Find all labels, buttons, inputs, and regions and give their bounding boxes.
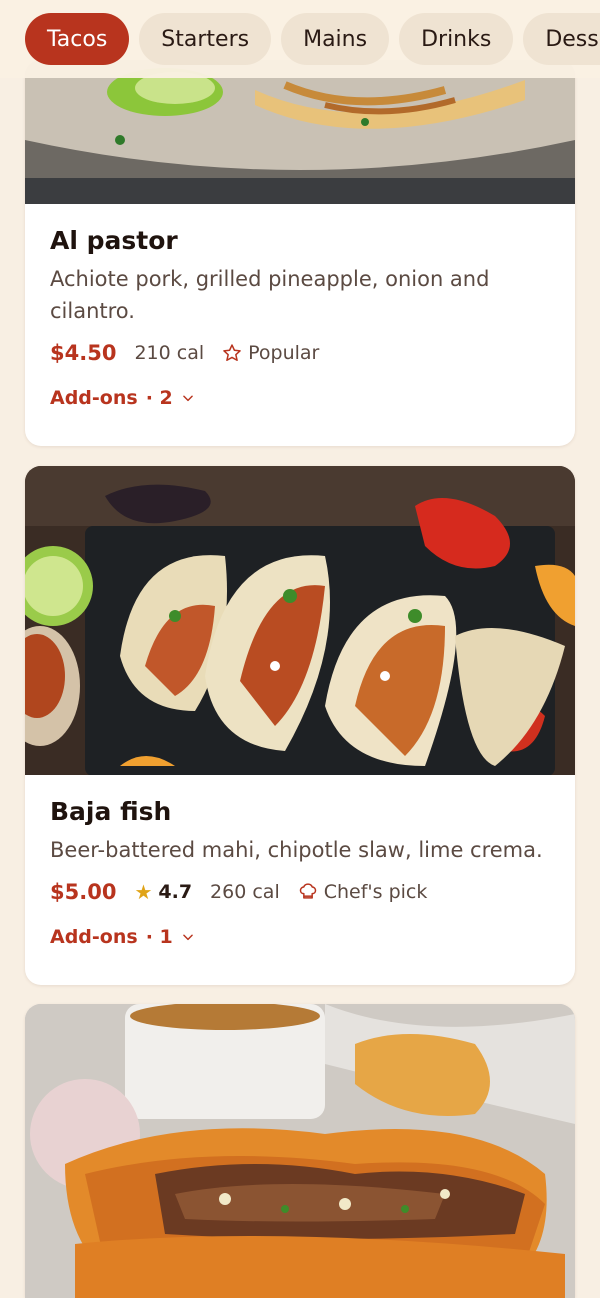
tab-starters[interactable]: Starters bbox=[139, 13, 272, 65]
item-title: Baja fish bbox=[50, 797, 172, 826]
badge-popular: Popular bbox=[222, 342, 319, 364]
item-rating: ★ 4.7 bbox=[134, 880, 192, 904]
tab-desserts[interactable]: Desserts bbox=[523, 13, 600, 65]
addons-count: · 2 bbox=[145, 387, 173, 409]
addons-toggle[interactable]: Add-ons · 2 bbox=[50, 387, 550, 409]
tab-mains[interactable]: Mains bbox=[281, 13, 390, 65]
category-tabs: Tacos Starters Mains Drinks Desserts bbox=[0, 0, 600, 78]
item-photo bbox=[25, 1004, 575, 1298]
item-calories: 210 cal bbox=[134, 342, 205, 364]
star-icon: ★ bbox=[134, 880, 153, 904]
badge-label: Popular bbox=[248, 342, 320, 364]
item-price: $5.00 bbox=[50, 880, 117, 904]
item-meta: $5.00 ★ 4.7 260 cal Chef's pick bbox=[50, 880, 550, 904]
chef-hat-icon bbox=[299, 883, 316, 899]
addons-label: Add-ons bbox=[50, 387, 138, 409]
menu-item-card[interactable]: Baja fish Beer-battered mahi, chipotle s… bbox=[25, 466, 575, 985]
chevron-down-icon bbox=[182, 395, 193, 402]
addons-label: Add-ons bbox=[50, 926, 138, 948]
item-photo bbox=[25, 60, 575, 204]
item-description: Beer-battered mahi, chipotle slaw, lime … bbox=[50, 838, 543, 862]
star-outline-icon bbox=[223, 344, 241, 361]
badge-label: Chef's pick bbox=[323, 881, 428, 903]
tab-drinks[interactable]: Drinks bbox=[399, 13, 514, 65]
item-description: Achiote pork, grilled pineapple, onion a… bbox=[50, 267, 490, 323]
item-meta: $4.50 210 cal Popular bbox=[50, 341, 550, 365]
item-photo bbox=[25, 466, 575, 775]
tab-tacos[interactable]: Tacos bbox=[25, 13, 130, 65]
item-price: $4.50 bbox=[50, 341, 117, 365]
badge-chefs-pick: Chef's pick bbox=[298, 881, 428, 903]
menu-item-card[interactable] bbox=[25, 1004, 575, 1298]
addons-toggle[interactable]: Add-ons · 1 bbox=[50, 926, 550, 948]
rating-value: 4.7 bbox=[158, 881, 193, 903]
chevron-down-icon bbox=[182, 934, 193, 941]
item-calories: 260 cal bbox=[210, 881, 280, 903]
item-title: Al pastor bbox=[50, 226, 178, 255]
menu-item-card[interactable]: Al pastor Achiote pork, grilled pineappl… bbox=[25, 60, 575, 446]
addons-count: · 1 bbox=[145, 926, 173, 948]
